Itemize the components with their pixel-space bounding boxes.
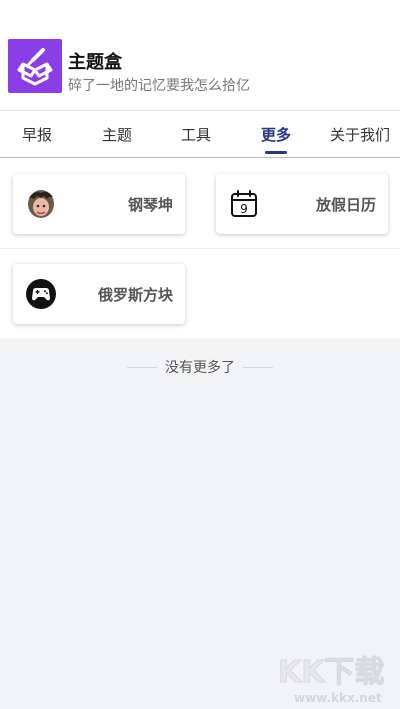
row-divider bbox=[0, 248, 400, 249]
gamepad-icon bbox=[25, 278, 57, 310]
card-label: 钢琴坤 bbox=[127, 195, 173, 214]
app-screen: 主题盒 碎了一地的记忆要我怎么拾亿 早报 主题 工具 更多 关于我们 钢琴坤 9… bbox=[0, 0, 400, 709]
app-header: 主题盒 碎了一地的记忆要我怎么拾亿 bbox=[0, 0, 400, 110]
card-label: 俄罗斯方块 bbox=[97, 285, 173, 304]
svg-text:KK下载: KK下载 bbox=[278, 655, 385, 690]
app-title: 主题盒 bbox=[68, 52, 122, 73]
watermark-logo: KK下载 www.kkx.net bbox=[276, 652, 392, 706]
card-label: 放假日历 bbox=[315, 195, 376, 214]
more-tools-grid: 钢琴坤 9 放假日历 俄罗斯方块 bbox=[0, 158, 400, 338]
card-holiday-calendar[interactable]: 9 放假日历 bbox=[216, 174, 388, 234]
tab-bar: 早报 主题 工具 更多 关于我们 bbox=[0, 110, 400, 158]
tab-themes[interactable]: 主题 bbox=[84, 111, 150, 157]
svg-text:www.kkx.net: www.kkx.net bbox=[294, 691, 382, 705]
tab-about-us[interactable]: 关于我们 bbox=[330, 111, 400, 157]
end-of-list-text: 没有更多了 bbox=[165, 360, 235, 376]
app-logo-icon bbox=[8, 39, 62, 93]
card-tetris[interactable]: 俄罗斯方块 bbox=[13, 264, 185, 324]
app-subtitle: 碎了一地的记忆要我怎么拾亿 bbox=[68, 78, 250, 94]
avatar-photo-icon bbox=[25, 188, 57, 220]
divider-line bbox=[243, 366, 273, 368]
tab-morning-news[interactable]: 早报 bbox=[4, 111, 70, 157]
tab-tools[interactable]: 工具 bbox=[163, 111, 229, 157]
end-of-list-note: 没有更多了 bbox=[0, 355, 400, 379]
calendar-icon: 9 bbox=[228, 188, 260, 220]
active-tab-indicator bbox=[265, 151, 287, 154]
divider-line bbox=[127, 366, 157, 368]
card-piano-kun[interactable]: 钢琴坤 bbox=[13, 174, 185, 234]
svg-text:9: 9 bbox=[240, 202, 248, 216]
